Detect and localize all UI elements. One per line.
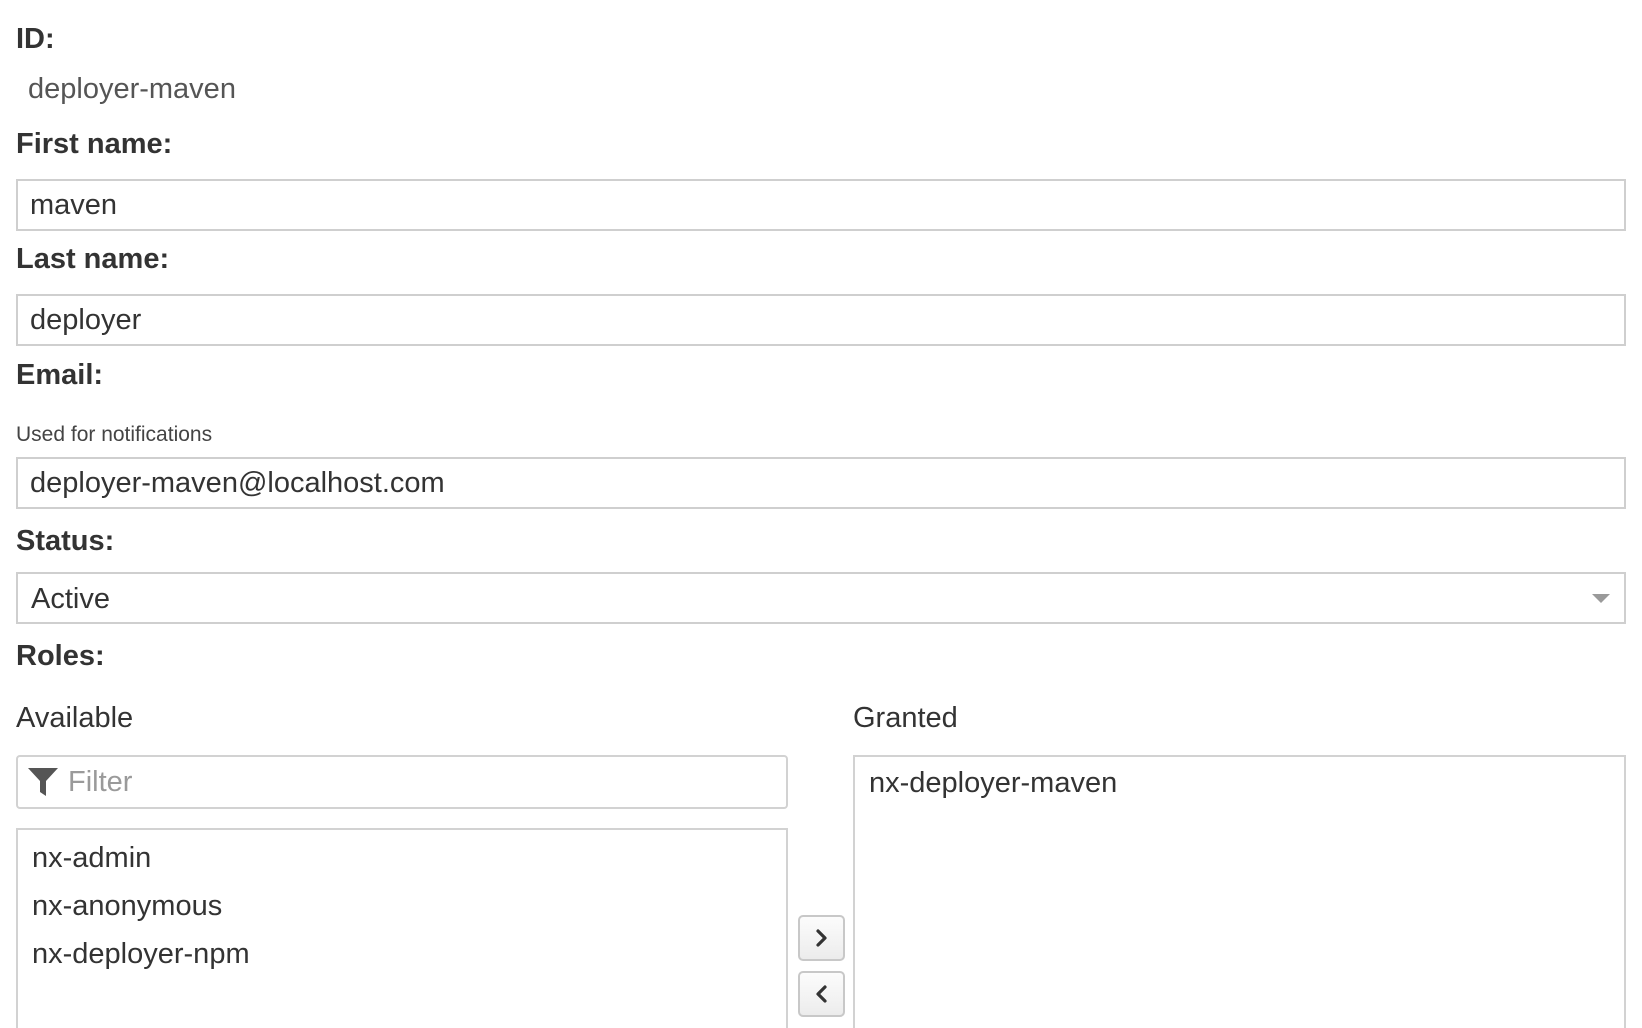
caret-down-icon <box>1592 594 1610 603</box>
granted-label: Granted <box>853 702 958 734</box>
status-select-value: Active <box>31 583 110 615</box>
last-name-input[interactable] <box>16 294 1626 346</box>
last-name-label: Last name: <box>16 243 170 275</box>
available-filter <box>16 755 788 809</box>
email-label: Email: <box>16 359 104 391</box>
first-name-input[interactable] <box>16 179 1626 231</box>
available-roles-list[interactable]: nx-admin nx-anonymous nx-deployer-npm <box>16 828 788 1028</box>
filter-input[interactable] <box>68 765 728 799</box>
email-help-text: Used for notifications <box>16 423 213 446</box>
remove-role-button[interactable] <box>798 971 845 1017</box>
chevron-right-icon <box>815 929 827 947</box>
filter-icon <box>26 765 60 799</box>
available-role-item[interactable]: nx-admin <box>18 834 786 882</box>
email-input[interactable] <box>16 457 1626 509</box>
add-role-button[interactable] <box>798 915 845 961</box>
available-role-item[interactable]: nx-deployer-npm <box>18 930 786 978</box>
available-role-item[interactable]: nx-anonymous <box>18 882 786 930</box>
id-value: deployer-maven <box>28 73 236 105</box>
granted-role-item[interactable]: nx-deployer-maven <box>855 759 1624 807</box>
status-label: Status: <box>16 525 115 557</box>
granted-roles-list[interactable]: nx-deployer-maven <box>853 755 1626 1028</box>
status-select[interactable]: Active <box>16 572 1626 624</box>
chevron-left-icon <box>815 985 827 1003</box>
roles-label: Roles: <box>16 640 105 672</box>
available-label: Available <box>16 702 134 734</box>
id-label: ID: <box>16 23 55 55</box>
first-name-label: First name: <box>16 128 173 160</box>
